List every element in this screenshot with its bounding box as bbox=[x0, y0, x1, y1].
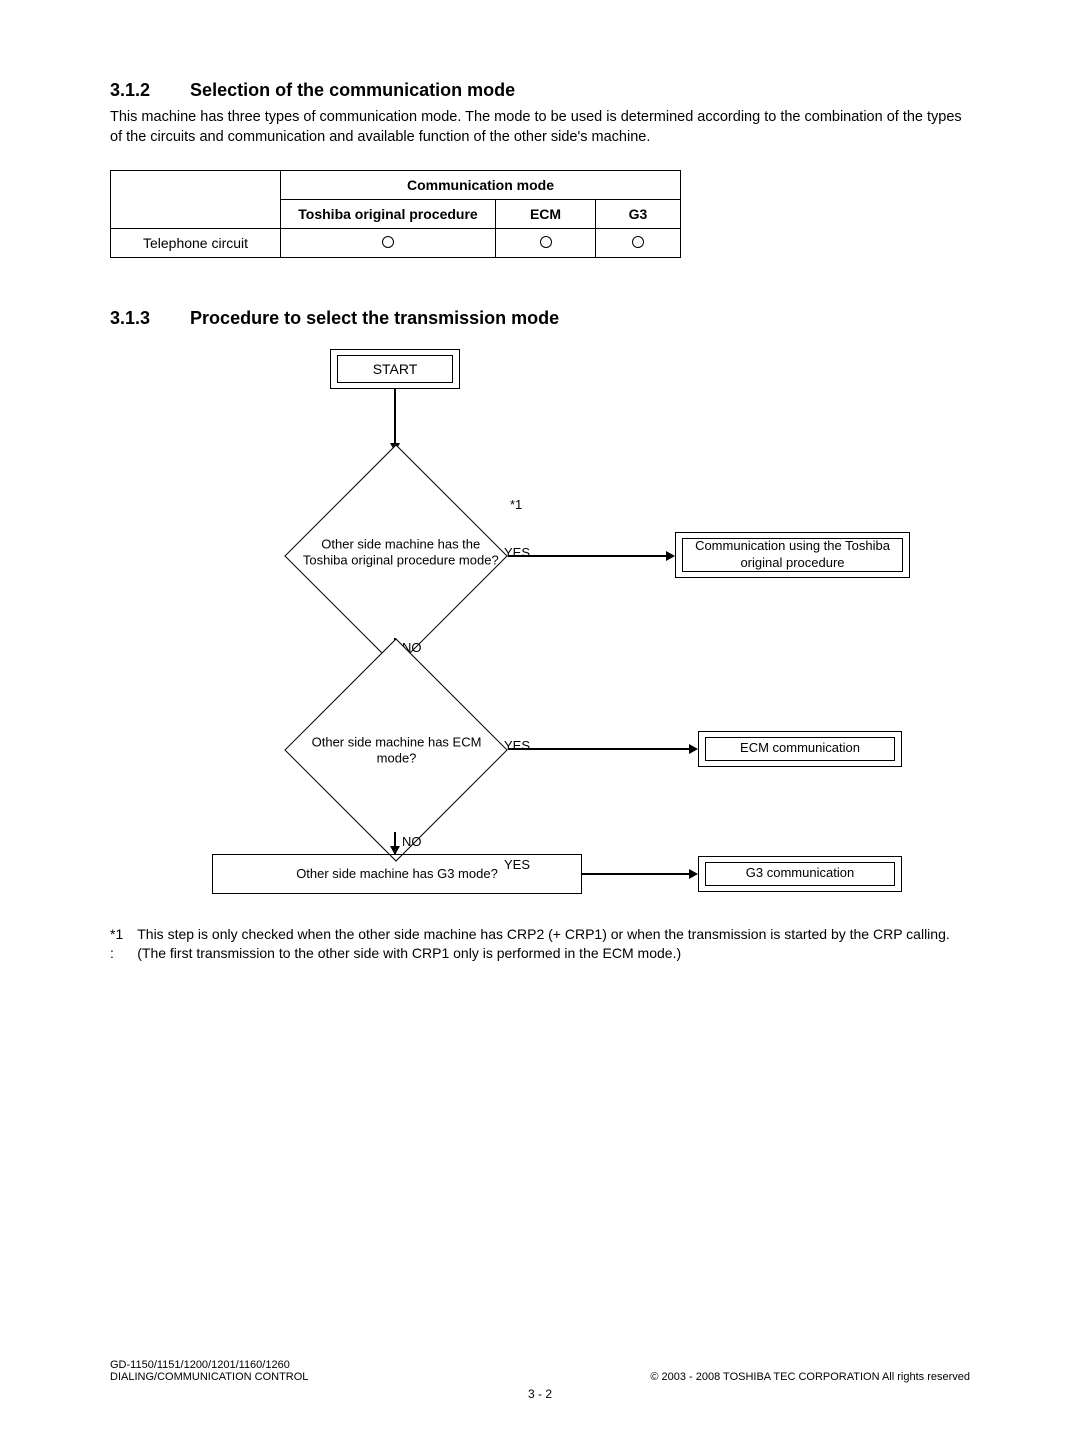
section-num: 3.1.2 bbox=[110, 80, 150, 101]
flowchart: START Other side machine has the Toshiba… bbox=[220, 349, 920, 909]
flow-start-label: START bbox=[337, 355, 453, 383]
footnote: *1 : This step is only checked when the … bbox=[110, 925, 970, 964]
decision-text: Other side machine has the Toshiba origi… bbox=[301, 536, 501, 569]
chapter-line: DIALING/COMMUNICATION CONTROL bbox=[110, 1371, 308, 1383]
comm-mode-table: Communication mode Toshiba original proc… bbox=[110, 170, 681, 258]
decision-text: Other side machine has ECM mode? bbox=[297, 734, 497, 767]
circle-icon bbox=[382, 236, 394, 248]
result-toshiba: Communication using the Toshiba original… bbox=[675, 532, 910, 578]
connector bbox=[508, 748, 690, 750]
section-heading: Selection of the communication mode bbox=[190, 80, 515, 101]
no-label: NO bbox=[402, 834, 422, 849]
cell-ecm bbox=[496, 228, 596, 257]
section-313-title: 3.1.3 Procedure to select the transmissi… bbox=[110, 308, 970, 329]
row-label: Telephone circuit bbox=[111, 228, 281, 257]
flow-start: START bbox=[330, 349, 460, 389]
cell-g3 bbox=[596, 228, 681, 257]
arrow-right-icon bbox=[666, 551, 675, 561]
col-toshiba: Toshiba original procedure bbox=[281, 199, 496, 228]
footer-left: GD-1150/1151/1200/1201/1160/1260 DIALING… bbox=[110, 1359, 308, 1383]
circle-icon bbox=[632, 236, 644, 248]
result-label: ECM communication bbox=[705, 737, 895, 761]
page-number: 3 - 2 bbox=[110, 1387, 970, 1401]
section-num: 3.1.3 bbox=[110, 308, 150, 329]
decision-ecm: Other side machine has ECM mode? bbox=[284, 638, 507, 861]
table-header-span: Communication mode bbox=[281, 170, 681, 199]
cell-toshiba bbox=[281, 228, 496, 257]
yes-label: YES bbox=[504, 545, 530, 560]
result-label: Communication using the Toshiba original… bbox=[682, 538, 903, 572]
circle-icon bbox=[540, 236, 552, 248]
footnote-text: This step is only checked when the other… bbox=[137, 925, 970, 964]
result-g3: G3 communication bbox=[698, 856, 902, 892]
col-g3: G3 bbox=[596, 199, 681, 228]
arrow-right-icon bbox=[689, 744, 698, 754]
arrow-right-icon bbox=[689, 869, 698, 879]
connector bbox=[582, 873, 690, 875]
col-ecm: ECM bbox=[496, 199, 596, 228]
section-312-title: 3.1.2 Selection of the communication mod… bbox=[110, 80, 970, 101]
result-label: G3 communication bbox=[705, 862, 895, 886]
connector bbox=[508, 555, 667, 557]
star-label: *1 bbox=[510, 497, 522, 512]
footnote-label: *1 : bbox=[110, 925, 123, 964]
model-line: GD-1150/1151/1200/1201/1160/1260 bbox=[110, 1359, 308, 1371]
yes-label: YES bbox=[504, 857, 530, 872]
decision-toshiba: Other side machine has the Toshiba origi… bbox=[284, 444, 507, 667]
decision-text: Other side machine has G3 mode? bbox=[296, 866, 498, 881]
connector bbox=[394, 389, 396, 445]
footer-right: © 2003 - 2008 TOSHIBA TEC CORPORATION Al… bbox=[650, 1371, 970, 1383]
section-heading: Procedure to select the transmission mod… bbox=[190, 308, 559, 329]
yes-label: YES bbox=[504, 738, 530, 753]
section-312-para: This machine has three types of communic… bbox=[110, 107, 970, 148]
result-ecm: ECM communication bbox=[698, 731, 902, 767]
